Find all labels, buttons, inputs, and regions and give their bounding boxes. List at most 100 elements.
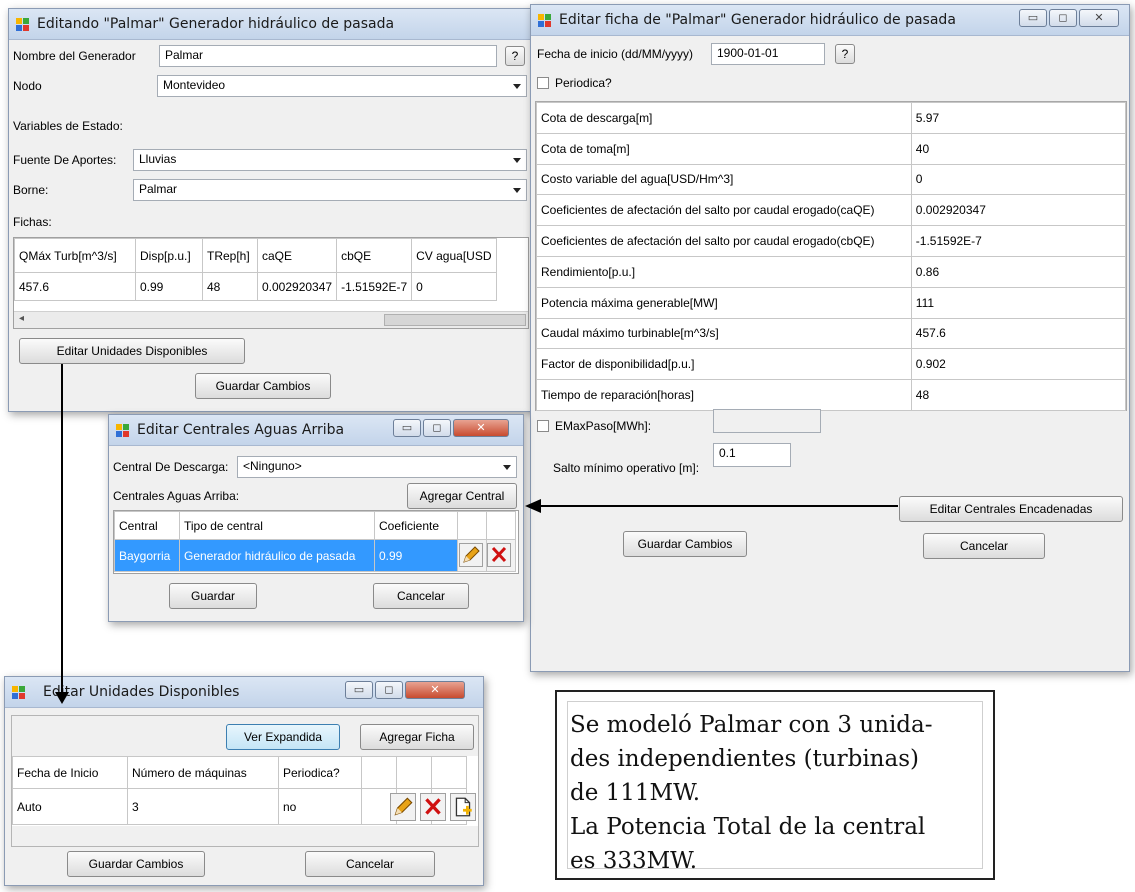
table-cell[interactable]: 48: [202, 272, 258, 301]
table-cell[interactable]: 0.99: [135, 272, 203, 301]
edit-pencil-icon[interactable]: [459, 543, 483, 567]
column-header[interactable]: CV agua[USD: [411, 238, 497, 273]
edit-pencil-icon[interactable]: [390, 793, 416, 821]
emax-checkbox[interactable]: [537, 420, 549, 432]
table-cell[interactable]: 457.6: [14, 272, 136, 301]
delete-x-icon[interactable]: [420, 793, 446, 821]
param-row[interactable]: Caudal máximo turbinable[m^3/s] 457.6: [536, 317, 1127, 350]
scrollbar-thumb[interactable]: [384, 314, 526, 326]
cancelar-button[interactable]: Cancelar: [305, 851, 435, 877]
table-cell[interactable]: Auto: [12, 788, 128, 825]
column-header[interactable]: Disp[p.u.]: [135, 238, 203, 273]
param-row[interactable]: Cota de descarga[m] 5.97: [536, 102, 1127, 134]
agregar-ficha-button[interactable]: Agregar Ficha: [360, 724, 474, 750]
param-value[interactable]: 0.002920347: [910, 194, 1127, 227]
window-centrales-aguas-arriba: Editar Centrales Aguas Arriba ▭ ◻ ✕ Cent…: [108, 414, 524, 622]
periodica-checkbox[interactable]: [537, 77, 549, 89]
param-value[interactable]: 0: [910, 163, 1127, 196]
guardar-button[interactable]: Guardar: [169, 583, 257, 609]
title-bar[interactable]: Editar Unidades Disponibles ▭ ◻ ✕: [5, 677, 483, 708]
editar-centrales-encadenadas-button[interactable]: Editar Centrales Encadenadas: [899, 496, 1123, 522]
help-button[interactable]: ?: [505, 46, 525, 66]
title-bar[interactable]: Editando "Palmar" Generador hidráulico d…: [9, 9, 537, 40]
table-cell[interactable]: 0.99: [374, 539, 458, 572]
close-icon[interactable]: ✕: [1079, 9, 1119, 27]
param-value[interactable]: -1.51592E-7: [910, 225, 1127, 257]
param-row[interactable]: Cota de toma[m] 40: [536, 132, 1127, 165]
editar-unidades-button[interactable]: Editar Unidades Disponibles: [19, 338, 245, 364]
cancelar-button[interactable]: Cancelar: [923, 533, 1045, 559]
table-cell[interactable]: 0: [411, 272, 497, 301]
table-cell[interactable]: Baygorria: [114, 539, 180, 572]
param-value[interactable]: 48: [910, 379, 1127, 411]
maximize-icon[interactable]: ◻: [375, 681, 403, 699]
minimize-icon[interactable]: ▭: [1019, 9, 1047, 27]
unidades-panel: Ver Expandida Agregar Ficha Fecha de Ini…: [11, 715, 479, 847]
param-value[interactable]: 0.902: [910, 348, 1127, 381]
column-header[interactable]: Coeficiente: [374, 511, 458, 540]
guardar-cambios-button[interactable]: Guardar Cambios: [195, 373, 331, 399]
close-icon[interactable]: ✕: [405, 681, 465, 699]
param-value[interactable]: 457.6: [910, 317, 1127, 350]
table-cell[interactable]: 0.002920347: [256, 272, 338, 301]
table-row[interactable]: 457.6 0.99 48 0.002920347 -1.51592E-7 0: [14, 272, 497, 301]
column-header[interactable]: QMáx Turb[m^3/s]: [14, 238, 136, 273]
param-row[interactable]: Factor de disponibilidad[p.u.] 0.902: [536, 348, 1127, 381]
app-icon: [16, 18, 30, 32]
descarga-value: <Ninguno>: [243, 459, 302, 473]
salto-field[interactable]: 0.1: [713, 443, 791, 467]
param-row[interactable]: Potencia máxima generable[MW] 111: [536, 286, 1127, 319]
add-document-icon[interactable]: [450, 793, 476, 821]
horizontal-scrollbar[interactable]: ◂: [14, 311, 528, 328]
scroll-left-icon[interactable]: ◂: [19, 313, 24, 324]
fuente-select[interactable]: Lluvias: [133, 149, 527, 171]
param-row[interactable]: Costo variable del agua[USD/Hm^3] 0: [536, 163, 1127, 196]
minimize-icon[interactable]: ▭: [393, 419, 421, 437]
table-cell[interactable]: no: [278, 788, 362, 825]
fuente-value: Lluvias: [139, 152, 177, 166]
column-header[interactable]: Número de máquinas: [127, 756, 279, 789]
param-value[interactable]: 0.86: [910, 255, 1127, 288]
minimize-icon[interactable]: ▭: [345, 681, 373, 699]
emax-field[interactable]: [713, 409, 821, 433]
table-cell[interactable]: 3: [127, 788, 279, 825]
column-header[interactable]: Fecha de Inicio: [12, 756, 128, 789]
guardar-cambios-button[interactable]: Guardar Cambios: [67, 851, 205, 877]
nodo-value: Montevideo: [163, 78, 226, 92]
table-cell[interactable]: Generador hidráulico de pasada: [179, 539, 375, 572]
param-row[interactable]: Coeficientes de afectación del salto por…: [536, 225, 1127, 257]
column-header[interactable]: caQE: [256, 238, 338, 273]
maximize-icon[interactable]: ◻: [1049, 9, 1077, 27]
param-row[interactable]: Coeficientes de afectación del salto por…: [536, 194, 1127, 227]
help-button[interactable]: ?: [835, 44, 855, 64]
param-row[interactable]: Tiempo de reparación[horas] 48: [536, 379, 1127, 411]
column-header[interactable]: Central: [114, 511, 180, 540]
borne-select[interactable]: Palmar: [133, 179, 527, 201]
agregar-central-button[interactable]: Agregar Central: [407, 483, 517, 509]
param-value[interactable]: 5.97: [910, 102, 1127, 134]
title-bar[interactable]: Editar Centrales Aguas Arriba ▭ ◻ ✕: [109, 415, 523, 446]
column-header[interactable]: TRep[h]: [202, 238, 258, 273]
cancelar-button[interactable]: Cancelar: [373, 583, 469, 609]
column-header[interactable]: Periodica?: [278, 756, 362, 789]
table-cell[interactable]: -1.51592E-7: [336, 272, 413, 301]
ver-expandida-button[interactable]: Ver Expandida: [226, 724, 340, 750]
nombre-field[interactable]: Palmar: [159, 45, 497, 67]
param-value[interactable]: 40: [910, 132, 1127, 165]
param-row[interactable]: Rendimiento[p.u.] 0.86: [536, 255, 1127, 288]
nodo-select[interactable]: Montevideo: [157, 75, 527, 97]
close-icon[interactable]: ✕: [453, 419, 509, 437]
arrow-head-left: [525, 499, 541, 513]
descarga-select[interactable]: <Ninguno>: [237, 456, 517, 478]
window-unidades-disponibles: Editar Unidades Disponibles ▭ ◻ ✕ Ver Ex…: [4, 676, 484, 886]
delete-x-icon[interactable]: [487, 543, 511, 567]
fecha-field[interactable]: 1900-01-01: [711, 43, 825, 65]
maximize-icon[interactable]: ◻: [423, 419, 451, 437]
title-bar[interactable]: Editar ficha de "Palmar" Generador hidrá…: [531, 5, 1129, 36]
column-header[interactable]: cbQE: [336, 238, 413, 273]
app-icon: [538, 14, 552, 28]
guardar-cambios-button[interactable]: Guardar Cambios: [623, 531, 747, 557]
param-value[interactable]: 111: [910, 286, 1127, 319]
table-row[interactable]: Baygorria Generador hidráulico de pasada…: [114, 539, 516, 572]
column-header[interactable]: Tipo de central: [179, 511, 375, 540]
